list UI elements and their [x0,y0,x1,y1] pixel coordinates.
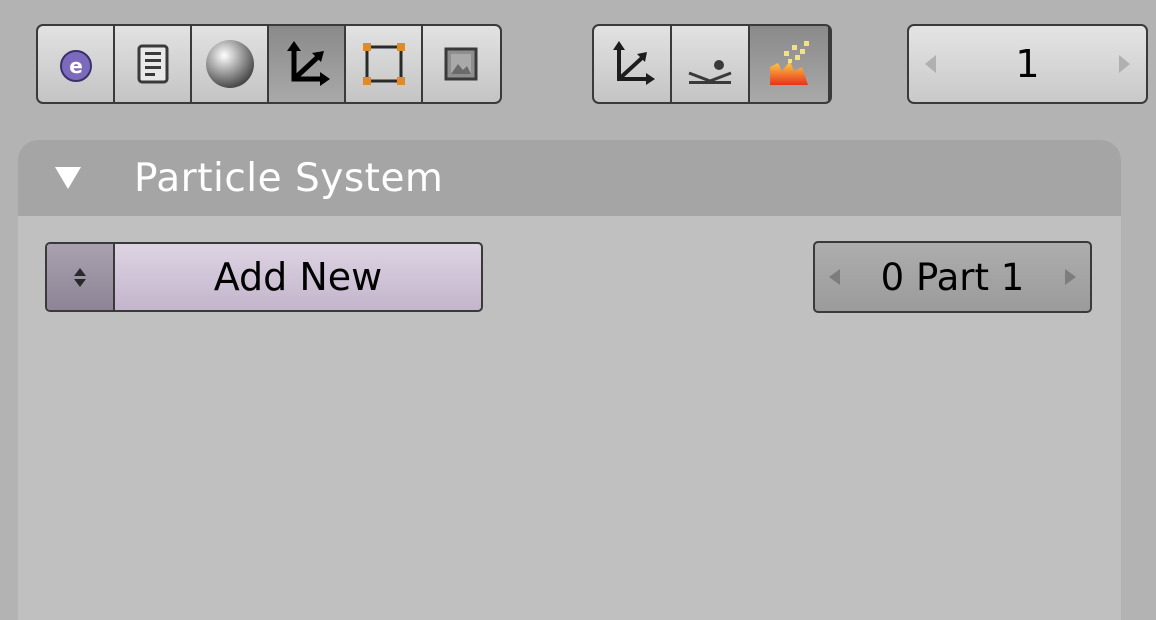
object-context-button[interactable] [269,26,346,102]
editing-square-icon [362,43,405,85]
add-new-particle-system[interactable]: Add New [45,242,483,312]
frame-counter[interactable]: 1 [907,24,1148,104]
right-margin [1140,118,1156,610]
decrement-arrow-icon[interactable] [925,55,936,73]
particle-system-panel: Particle System [18,140,1121,620]
particles-icon [770,41,809,85]
collapse-triangle-icon[interactable] [55,167,81,189]
editing-context-button[interactable] [346,26,423,102]
panel-header[interactable]: Particle System [18,140,1121,216]
script-icon [137,44,168,84]
object-axes-icon [613,41,655,85]
object-subcontext-button-group [592,24,832,104]
frame-counter-value: 1 [1015,42,1040,86]
logic-icon: e [59,50,92,82]
panel-title: Particle System [134,155,444,201]
part-selector-value: 0 Part 1 [880,255,1025,299]
scene-context-button[interactable] [423,26,500,102]
browse-updown-icon[interactable] [47,244,115,310]
svg-text:e: e [69,54,83,78]
context-button-group: e [36,24,502,104]
increment-arrow-icon[interactable] [1119,55,1130,73]
add-new-button[interactable]: Add New [115,244,481,310]
script-context-button[interactable] [115,26,192,102]
up-arrow-icon [74,267,86,276]
logic-context-button[interactable]: e [38,26,115,102]
physics-icon [688,60,732,84]
scene-image-icon [444,47,478,81]
previous-arrow-icon[interactable] [829,269,840,285]
object-subcontext-button[interactable] [594,26,672,102]
particles-subcontext-button[interactable] [750,26,828,102]
buttons-window-header: e 1 [0,0,1156,118]
next-arrow-icon[interactable] [1065,269,1076,285]
down-arrow-icon [74,278,86,287]
physics-subcontext-button[interactable] [672,26,750,102]
material-context-button[interactable] [192,26,269,102]
object-axes-icon [286,41,330,86]
material-sphere-icon [205,40,254,88]
particle-system-index-selector[interactable]: 0 Part 1 [813,241,1092,313]
